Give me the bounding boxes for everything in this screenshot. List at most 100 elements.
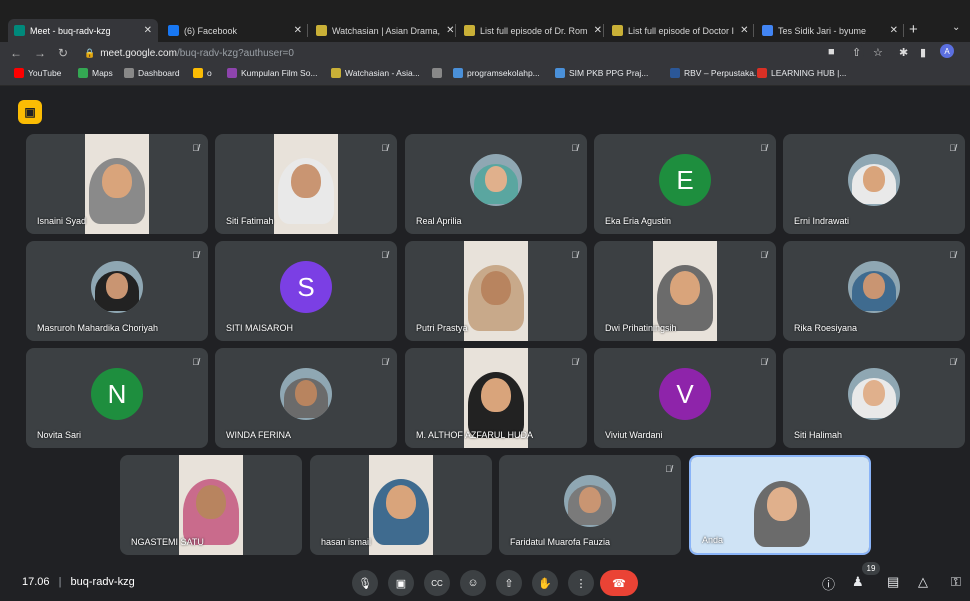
people-icon[interactable]: ♟ — [852, 574, 864, 590]
bookmarks-bar: YouTube Maps Dashboard o Kumpulan Film So...… — [0, 64, 970, 86]
participant-name: Dwi Prihatiningsih — [605, 323, 677, 333]
browser-tab[interactable]: List full episode of Dr. Rom ✕ — [458, 19, 604, 42]
mic-off-icon: 🎙̸ — [571, 357, 578, 367]
participant-tile[interactable]: Rika Roesiyana 🎙̸ — [783, 241, 965, 341]
raise-hand-button[interactable]: ✋ — [532, 570, 558, 596]
participant-name: Rika Roesiyana — [794, 323, 858, 333]
participant-tile[interactable]: Faridatul Muarofa Fauzia 🎙̸ — [499, 455, 681, 555]
bookmark-favicon-icon — [124, 68, 134, 78]
participant-tile[interactable]: V Viviut Wardani 🎙̸ — [594, 348, 776, 448]
bookmark-item[interactable]: SIM PKB PPG Praj... — [555, 68, 648, 78]
hand-icon: ✋ — [538, 577, 552, 590]
participant-tile[interactable]: N Novita Sari 🎙̸ — [26, 348, 208, 448]
camera-button[interactable]: ▣ — [388, 570, 414, 596]
participant-name: hasan ismail — [321, 537, 372, 547]
tab-favicon-icon — [14, 25, 25, 36]
back-arrow-icon[interactable]: ← — [10, 46, 22, 60]
close-tab-icon[interactable]: ✕ — [138, 25, 152, 36]
reactions-button[interactable]: ☺ — [460, 570, 486, 596]
close-tab-icon[interactable]: ✕ — [884, 25, 898, 36]
profile-avatar[interactable]: A — [940, 44, 954, 58]
bookmark-star-icon[interactable]: ☆ — [873, 46, 883, 59]
participant-video — [85, 134, 149, 234]
participant-tile[interactable]: Dwi Prihatiningsih 🎙̸ — [594, 241, 776, 341]
bookmark-item[interactable]: Kumpulan Film So... — [227, 68, 318, 78]
browser-tab[interactable]: Watchasian | Asian Drama, ✕ — [310, 19, 456, 42]
participant-name: Siti Fatimah — [226, 216, 274, 226]
captions-button[interactable]: CC — [424, 570, 450, 596]
participant-name: Isnaini Syad — [37, 216, 87, 226]
bookmark-item[interactable]: Dashboard — [124, 68, 180, 78]
side-panel-icon[interactable]: ▮ — [920, 46, 926, 59]
bookmark-item[interactable]: Maps — [78, 68, 113, 78]
participant-avatar — [848, 261, 900, 313]
host-controls-icon[interactable]: ⚿ — [951, 574, 961, 590]
participant-tile[interactable]: M. ALTHOF AZFARUL HUDA 🎙̸ — [405, 348, 587, 448]
hang-up-icon: ☎ — [612, 577, 626, 590]
close-tab-icon[interactable]: ✕ — [440, 25, 454, 36]
bookmark-favicon-icon — [14, 68, 24, 78]
reload-icon[interactable]: ↻ — [58, 46, 68, 60]
participant-name: Viviut Wardani — [605, 430, 663, 440]
participant-tile[interactable]: Masruroh Mahardika Choriyah 🎙̸ — [26, 241, 208, 341]
participant-tile[interactable]: Siti Halimah 🎙̸ — [783, 348, 965, 448]
meeting-details-icon[interactable]: ⓘ — [822, 574, 835, 593]
participant-tile[interactable]: Siti Fatimah 🎙̸ — [215, 134, 397, 234]
leave-call-button[interactable]: ☎ — [600, 570, 638, 596]
participant-tile[interactable]: Anda — [689, 455, 871, 555]
participant-tile[interactable]: Erni Indrawati 🎙̸ — [783, 134, 965, 234]
camera-notice-icon[interactable]: ▣ — [18, 100, 42, 124]
tab-title: List full episode of Doctor I — [628, 25, 735, 36]
bookmark-label: Kumpulan Film So... — [241, 68, 318, 78]
camera-in-use-icon[interactable]: ■ — [828, 46, 835, 58]
bookmark-item[interactable]: programsekolahp... — [453, 68, 540, 78]
mic-off-icon: 🎙̸ — [192, 143, 199, 153]
avatar-initial: V — [676, 378, 694, 409]
mic-off-icon: 🎙̸ — [760, 250, 767, 260]
tab-separator — [903, 24, 904, 37]
close-tab-icon[interactable]: ✕ — [734, 25, 748, 36]
browser-tab[interactable]: List full episode of Doctor I ✕ — [606, 19, 754, 42]
participant-tile[interactable]: WINDA FERINA 🎙̸ — [215, 348, 397, 448]
participant-name: Erni Indrawati — [794, 216, 850, 226]
share-icon[interactable]: ⇧ — [852, 46, 861, 59]
new-tab-button[interactable]: + — [909, 21, 918, 38]
close-tab-icon[interactable]: ✕ — [288, 25, 302, 36]
participant-name: Masruroh Mahardika Choriyah — [37, 323, 159, 333]
activities-icon[interactable]: △ — [918, 574, 928, 590]
bookmark-item[interactable]: RBV – Perpustaka... — [670, 68, 761, 78]
participant-tile[interactable]: E Eka Eria Agustin 🎙̸ — [594, 134, 776, 234]
bookmark-favicon-icon — [193, 68, 203, 78]
bookmark-item[interactable]: LEARNING HUB |... — [757, 68, 846, 78]
bookmark-item[interactable]: o — [193, 68, 212, 78]
bookmark-item[interactable]: Watchasian - Asia... — [331, 68, 420, 78]
browser-tab[interactable]: Tes Sidik Jari - byume ✕ — [756, 19, 904, 42]
bookmark-favicon-icon — [757, 68, 767, 78]
captions-icon: CC — [431, 578, 443, 588]
participant-tile[interactable]: hasan ismail — [310, 455, 492, 555]
bookmark-item[interactable] — [432, 68, 446, 78]
participant-avatar: E — [659, 154, 711, 206]
address-bar[interactable]: 🔒 meet.google.com/buq-radv-kzg?authuser=… — [84, 44, 864, 62]
bookmark-item[interactable]: YouTube — [14, 68, 61, 78]
tab-search-icon[interactable]: ⌄ — [952, 22, 960, 33]
participant-avatar — [848, 154, 900, 206]
participant-tile[interactable]: Isnaini Syad 🎙̸ — [26, 134, 208, 234]
participant-tile[interactable]: NGASTEMI SATU — [120, 455, 302, 555]
microphone-button[interactable]: 🎙 — [352, 570, 378, 596]
close-tab-icon[interactable]: ✕ — [588, 25, 602, 36]
present-button[interactable]: ⇧ — [496, 570, 522, 596]
extensions-icon[interactable]: ✱ — [899, 46, 908, 59]
more-options-button[interactable]: ⋮ — [568, 570, 594, 596]
participant-avatar: V — [659, 368, 711, 420]
tab-favicon-icon — [464, 25, 475, 36]
chat-icon[interactable]: ▤ — [887, 574, 899, 590]
participant-tile[interactable]: S SITI MAISAROH 🎙̸ — [215, 241, 397, 341]
browser-tab[interactable]: Meet - buq-radv-kzg ✕ — [8, 19, 158, 42]
browser-tab[interactable]: (6) Facebook ✕ — [162, 19, 308, 42]
browser-toolbar: ← → ↻ 🔒 meet.google.com/buq-radv-kzg?aut… — [0, 42, 970, 64]
participant-tile[interactable]: Real Aprilia 🎙̸ — [405, 134, 587, 234]
forward-arrow-icon[interactable]: → — [34, 46, 46, 60]
emoji-icon: ☺ — [467, 577, 479, 589]
participant-tile[interactable]: Putri Prastya 🎙̸ — [405, 241, 587, 341]
